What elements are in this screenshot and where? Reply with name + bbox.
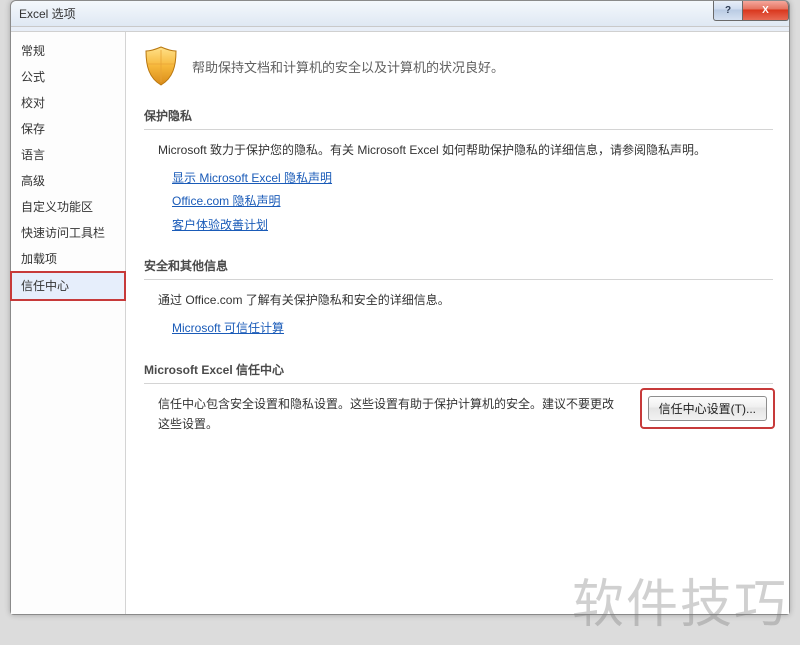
trust-center-settings-button[interactable]: 信任中心设置(T)... — [648, 396, 767, 421]
sidebar-item-7[interactable]: 快速访问工具栏 — [11, 220, 125, 246]
titlebar: Excel 选项 ? X — [11, 1, 789, 27]
sidebar-item-1[interactable]: 公式 — [11, 64, 125, 90]
sidebar-item-3[interactable]: 保存 — [11, 116, 125, 142]
content-pane: 帮助保持文档和计算机的安全以及计算机的状况良好。 保护隐私 Microsoft … — [126, 32, 789, 614]
window-body: 常规公式校对保存语言高级自定义功能区快速访问工具栏加载项信任中心 — [11, 31, 789, 614]
close-button[interactable]: X — [743, 1, 789, 21]
security-intro: 通过 Office.com 了解有关保护隐私和安全的详细信息。 — [158, 290, 773, 312]
options-dialog: Excel 选项 ? X 常规公式校对保存语言高级自定义功能区快速访问工具栏加载… — [10, 0, 790, 615]
trust-heading: Microsoft Excel 信任中心 — [144, 358, 773, 384]
privacy-body: Microsoft 致力于保护您的隐私。有关 Microsoft Excel 如… — [144, 140, 773, 254]
link-excel-privacy[interactable]: 显示 Microsoft Excel 隐私声明 — [172, 168, 773, 190]
sidebar-item-8[interactable]: 加载项 — [11, 246, 125, 272]
sidebar-item-6[interactable]: 自定义功能区 — [11, 194, 125, 220]
sidebar-item-9[interactable]: 信任中心 — [11, 272, 125, 300]
sidebar-item-4[interactable]: 语言 — [11, 142, 125, 168]
sidebar-item-5[interactable]: 高级 — [11, 168, 125, 194]
privacy-heading: 保护隐私 — [144, 104, 773, 130]
trust-desc: 信任中心包含安全设置和隐私设置。这些设置有助于保护计算机的安全。建议不要更改这些… — [158, 394, 624, 435]
trust-body: 信任中心包含安全设置和隐私设置。这些设置有助于保护计算机的安全。建议不要更改这些… — [144, 394, 773, 451]
link-office-privacy[interactable]: Office.com 隐私声明 — [172, 191, 773, 213]
sidebar-item-0[interactable]: 常规 — [11, 38, 125, 64]
window-controls: ? X — [713, 1, 789, 21]
link-ceip[interactable]: 客户体验改善计划 — [172, 215, 773, 237]
window-title: Excel 选项 — [19, 5, 76, 22]
link-trustworthy-computing[interactable]: Microsoft 可信任计算 — [172, 318, 773, 340]
sidebar: 常规公式校对保存语言高级自定义功能区快速访问工具栏加载项信任中心 — [11, 32, 126, 614]
trust-row: 信任中心包含安全设置和隐私设置。这些设置有助于保护计算机的安全。建议不要更改这些… — [158, 394, 773, 435]
hero-row: 帮助保持文档和计算机的安全以及计算机的状况良好。 — [144, 46, 773, 86]
sidebar-item-2[interactable]: 校对 — [11, 90, 125, 116]
hero-text: 帮助保持文档和计算机的安全以及计算机的状况良好。 — [192, 57, 504, 76]
shield-icon — [144, 46, 178, 86]
trust-button-highlight: 信任中心设置(T)... — [642, 390, 773, 427]
help-button[interactable]: ? — [713, 1, 743, 21]
security-body: 通过 Office.com 了解有关保护隐私和安全的详细信息。 Microsof… — [144, 290, 773, 357]
security-heading: 安全和其他信息 — [144, 254, 773, 280]
privacy-intro: Microsoft 致力于保护您的隐私。有关 Microsoft Excel 如… — [158, 140, 773, 162]
